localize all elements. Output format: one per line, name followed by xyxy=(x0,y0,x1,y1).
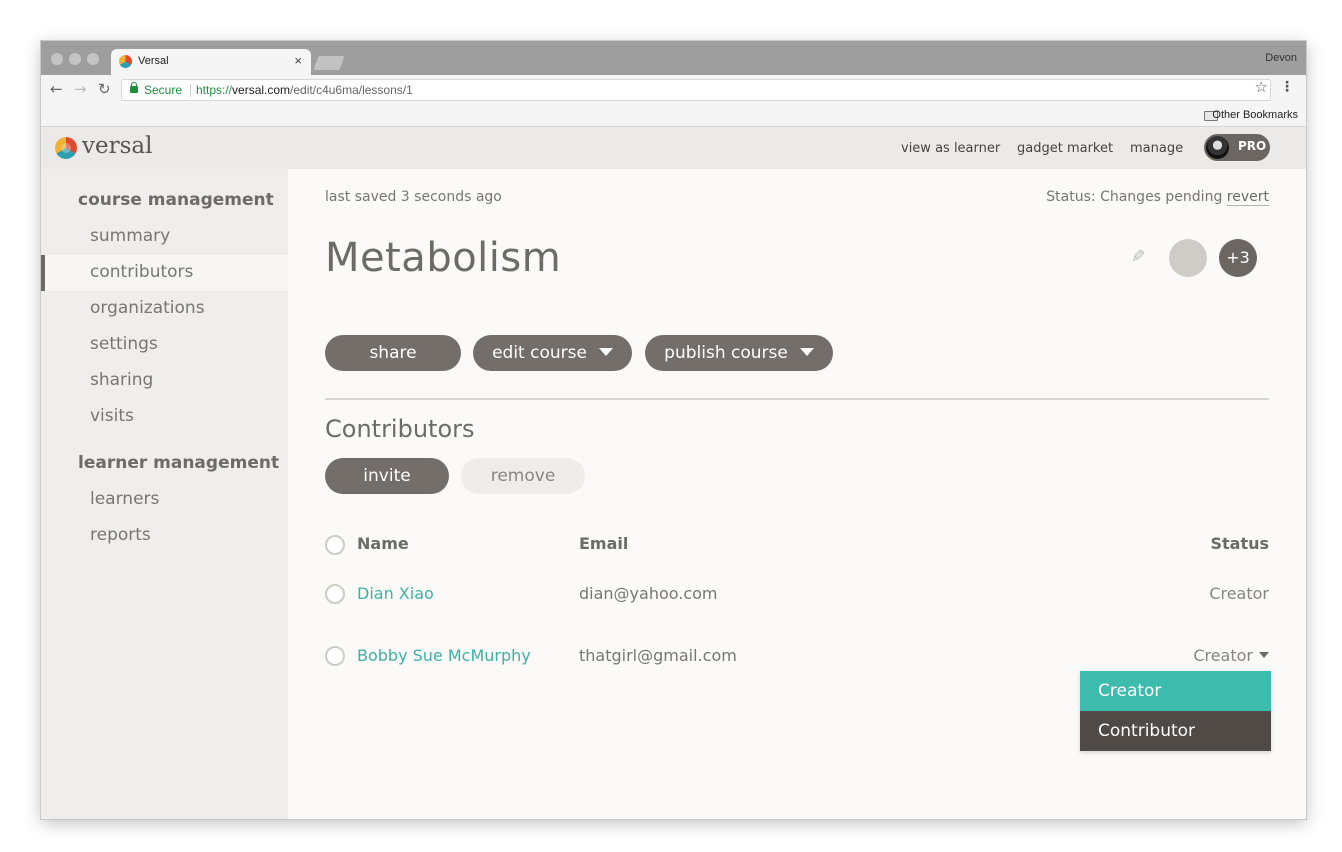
column-header-status[interactable]: Status xyxy=(1210,534,1269,553)
url-host: versal.com xyxy=(232,83,291,97)
edit-course-button[interactable]: edit course xyxy=(473,335,632,371)
secure-label: Secure xyxy=(144,83,183,97)
learner-management-heading: learner management xyxy=(78,453,280,473)
app-header: versal view as learner gadget market man… xyxy=(41,127,1306,169)
pencil-icon[interactable]: ✎ xyxy=(1131,247,1145,267)
column-header-email[interactable]: Email xyxy=(579,534,628,553)
sidebar: course management summary contributors o… xyxy=(41,169,288,819)
contributor-email: dian@yahoo.com xyxy=(579,584,718,603)
chevron-down-icon xyxy=(1259,652,1269,658)
bookmarks-bar: Other Bookmarks xyxy=(41,105,1306,127)
last-saved-text: last saved 3 seconds ago xyxy=(325,189,502,205)
sidebar-item-organizations[interactable]: organizations xyxy=(41,291,288,327)
browser-tab[interactable]: Versal × xyxy=(111,49,311,75)
profile-name[interactable]: Devon xyxy=(1265,52,1297,64)
more-collaborators-badge[interactable]: +3 xyxy=(1219,239,1257,277)
share-button[interactable]: share xyxy=(325,335,461,371)
contributor-name-link[interactable]: Dian Xiao xyxy=(357,584,434,603)
contributor-status: Creator xyxy=(1209,584,1269,603)
omnibox-separator xyxy=(190,84,191,97)
view-as-learner-link[interactable]: view as learner xyxy=(901,141,1000,156)
url-path: /edit/c4u6ma/lessons/1 xyxy=(290,83,413,97)
caret-down-icon xyxy=(799,348,814,356)
contributor-email: thatgirl@gmail.com xyxy=(579,646,737,665)
contributor-name-link[interactable]: Bobby Sue McMurphy xyxy=(357,646,531,665)
sidebar-item-learners[interactable]: learners xyxy=(41,482,288,518)
new-tab-button[interactable] xyxy=(313,56,345,70)
section-title: Contributors xyxy=(325,415,475,443)
browser-toolbar: ← → ↻ Secure https://versal.com/edit/c4u… xyxy=(41,75,1306,105)
course-management-heading: course management xyxy=(78,190,274,210)
sidebar-item-sharing[interactable]: sharing xyxy=(41,363,288,399)
versal-favicon-icon xyxy=(119,55,132,68)
row-checkbox[interactable] xyxy=(325,584,345,604)
main-content: last saved 3 seconds ago Status: Changes… xyxy=(288,169,1306,819)
status-option-creator[interactable]: Creator xyxy=(1080,671,1271,711)
close-window-icon[interactable] xyxy=(51,53,63,65)
status-dropdown-menu: Creator Contributor xyxy=(1080,671,1271,751)
caret-down-icon xyxy=(598,348,613,356)
minimize-window-icon[interactable] xyxy=(69,53,81,65)
address-bar[interactable]: Secure https://versal.com/edit/c4u6ma/le… xyxy=(121,79,1271,101)
tab-close-icon[interactable]: × xyxy=(294,53,302,68)
forward-icon[interactable]: → xyxy=(74,80,87,98)
other-bookmarks[interactable]: Other Bookmarks xyxy=(1212,109,1298,121)
collaborator-avatar[interactable] xyxy=(1169,239,1207,277)
invite-label: invite xyxy=(363,466,411,486)
browser-window: Versal × Devon ← → ↻ Secure https://vers… xyxy=(41,41,1306,819)
divider xyxy=(325,398,1269,400)
url-text: https://versal.com/edit/c4u6ma/lessons/1 xyxy=(196,80,413,100)
revert-link[interactable]: revert xyxy=(1226,189,1269,206)
menu-icon[interactable]: ⋮ xyxy=(1280,79,1294,95)
save-status: Status: Changes pending revert xyxy=(1046,189,1269,206)
sidebar-item-contributors[interactable]: contributors xyxy=(41,255,288,291)
zoom-window-icon[interactable] xyxy=(87,53,99,65)
sidebar-item-summary[interactable]: summary xyxy=(41,219,288,255)
star-icon[interactable]: ☆ xyxy=(1255,78,1268,96)
account-menu[interactable]: PRO xyxy=(1204,134,1270,161)
reload-icon[interactable]: ↻ xyxy=(98,80,111,98)
share-label: share xyxy=(369,343,417,363)
status-dropdown[interactable]: Creator xyxy=(1193,646,1269,665)
pro-badge: PRO xyxy=(1238,139,1267,153)
sidebar-item-visits[interactable]: visits xyxy=(41,399,288,435)
page-title: Metabolism xyxy=(325,235,562,281)
status-prefix: Status: Changes pending xyxy=(1046,189,1227,205)
sidebar-item-settings[interactable]: settings xyxy=(41,327,288,363)
column-header-name[interactable]: Name xyxy=(357,534,409,553)
lock-icon xyxy=(130,82,138,93)
invite-button[interactable]: invite xyxy=(325,458,449,494)
logo-text[interactable]: versal xyxy=(82,133,152,159)
status-option-contributor[interactable]: Contributor xyxy=(1080,711,1271,751)
publish-course-button[interactable]: publish course xyxy=(645,335,833,371)
gadget-market-link[interactable]: gadget market xyxy=(1017,141,1113,156)
remove-button[interactable]: remove xyxy=(461,458,585,494)
back-icon[interactable]: ← xyxy=(50,80,63,98)
url-scheme: https:// xyxy=(196,83,233,97)
remove-label: remove xyxy=(490,466,556,486)
row-checkbox[interactable] xyxy=(325,646,345,666)
avatar xyxy=(1206,136,1229,159)
status-dropdown-value: Creator xyxy=(1193,646,1253,665)
edit-course-label: edit course xyxy=(492,343,587,363)
tab-title: Versal xyxy=(138,55,169,67)
publish-course-label: publish course xyxy=(664,343,788,363)
sidebar-item-reports[interactable]: reports xyxy=(41,518,288,554)
select-all-checkbox[interactable] xyxy=(325,535,345,555)
versal-logo-icon[interactable] xyxy=(55,137,77,159)
title-bar: Versal × Devon xyxy=(41,41,1306,75)
manage-link[interactable]: manage xyxy=(1130,141,1183,156)
